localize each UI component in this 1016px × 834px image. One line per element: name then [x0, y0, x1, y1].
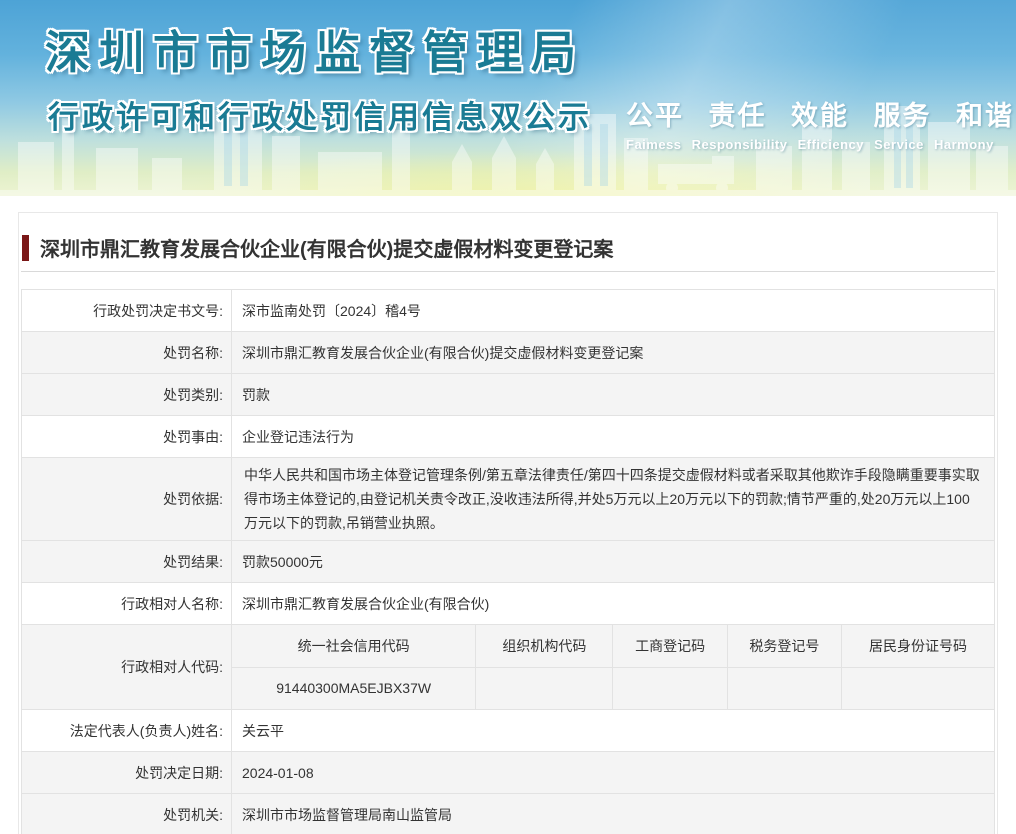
- row-penalty-result: 处罚结果: 罚款50000元: [21, 540, 995, 583]
- row-penalty-reason: 处罚事由: 企业登记违法行为: [21, 415, 995, 458]
- code-column-header: 工商登记码: [612, 625, 728, 668]
- case-title: 深圳市鼎汇教育发展合伙企业(有限合伙)提交虚假材料变更登记案: [40, 239, 614, 261]
- field-label: 处罚机关:: [21, 793, 232, 834]
- org-title: 深圳市市场监督管理局: [45, 27, 586, 78]
- code-column-header: 组织机构代码: [475, 625, 614, 668]
- row-penalty-category: 处罚类别: 罚款: [21, 373, 995, 416]
- case-title-row: 深圳市鼎汇教育发展合伙企业(有限合伙)提交虚假材料变更登记案: [21, 213, 995, 262]
- field-value: 关云平: [231, 709, 995, 752]
- field-label: 处罚事由:: [21, 415, 232, 458]
- row-penalty-authority: 处罚机关: 深圳市市场监督管理局南山监管局: [21, 793, 995, 834]
- row-party-name: 行政相对人名称: 深圳市鼎汇教育发展合伙企业(有限合伙): [21, 582, 995, 625]
- code-value: 91440300MA5EJBX37W: [232, 666, 477, 709]
- field-label: 处罚决定日期:: [21, 751, 232, 794]
- code-value: [841, 666, 994, 709]
- title-divider: [21, 271, 995, 272]
- field-label: 行政处罚决定书文号:: [21, 289, 232, 332]
- row-decision-date: 处罚决定日期: 2024-01-08: [21, 751, 995, 794]
- field-label: 处罚名称:: [21, 331, 232, 374]
- code-value: [475, 666, 614, 709]
- code-value: [612, 666, 728, 709]
- code-column-header: 税务登记号: [726, 625, 843, 668]
- values-en: Faimess Responsibility Efficiency Servic…: [626, 137, 994, 152]
- values-block: 公平 责任 效能 服务 和谐 Faimess Responsibility Ef…: [626, 94, 1014, 152]
- party-codes-table: 统一社会信用代码 组织机构代码 工商登记码 税务登记号 居民身份证号码 9144…: [232, 625, 994, 709]
- code-column-header: 统一社会信用代码: [232, 625, 477, 668]
- field-value: 企业登记违法行为: [231, 415, 995, 458]
- row-penalty-basis: 处罚依据: 中华人民共和国市场主体登记管理条例/第五章法律责任/第四十四条提交虚…: [21, 457, 995, 541]
- field-value: 深圳市市场监督管理局南山监管局: [231, 793, 995, 834]
- row-penalty-name: 处罚名称: 深圳市鼎汇教育发展合伙企业(有限合伙)提交虚假材料变更登记案: [21, 331, 995, 374]
- code-column-header: 居民身份证号码: [841, 625, 994, 668]
- field-label: 行政相对人名称:: [21, 582, 232, 625]
- codes-header-row: 统一社会信用代码 组织机构代码 工商登记码 税务登记号 居民身份证号码: [232, 625, 994, 668]
- row-decision-number: 行政处罚决定书文号: 深市监南处罚〔2024〕稽4号: [21, 289, 995, 332]
- field-label: 法定代表人(负责人)姓名:: [21, 709, 232, 752]
- penalty-info-table: 行政处罚决定书文号: 深市监南处罚〔2024〕稽4号 处罚名称: 深圳市鼎汇教育…: [21, 289, 995, 834]
- codes-value-row: 91440300MA5EJBX37W: [232, 666, 994, 709]
- site-banner: 深圳市市场监督管理局 行政许可和行政处罚信用信息双公示 公平 责任 效能 服务 …: [0, 0, 1016, 196]
- field-value: 深圳市鼎汇教育发展合伙企业(有限合伙): [231, 582, 995, 625]
- row-legal-representative: 法定代表人(负责人)姓名: 关云平: [21, 709, 995, 752]
- field-label: 处罚依据:: [21, 457, 232, 541]
- title-accent-bar: [22, 234, 29, 261]
- field-value: 深圳市鼎汇教育发展合伙企业(有限合伙)提交虚假材料变更登记案: [231, 331, 995, 374]
- field-label: 处罚类别:: [21, 373, 232, 416]
- field-value: 中华人民共和国市场主体登记管理条例/第五章法律责任/第四十四条提交虚假材料或者采…: [231, 457, 995, 541]
- row-party-codes: 行政相对人代码: 统一社会信用代码 组织机构代码 工商登记码 税务登记号 居民身…: [21, 624, 995, 710]
- field-value: 罚款50000元: [231, 540, 995, 583]
- content-box: 深圳市鼎汇教育发展合伙企业(有限合伙)提交虚假材料变更登记案 行政处罚决定书文号…: [18, 212, 998, 834]
- field-value: 深市监南处罚〔2024〕稽4号: [231, 289, 995, 332]
- party-codes-cell: 统一社会信用代码 组织机构代码 工商登记码 税务登记号 居民身份证号码 9144…: [231, 624, 995, 710]
- code-value: [726, 666, 843, 709]
- field-label: 处罚结果:: [21, 540, 232, 583]
- field-value: 2024-01-08: [231, 751, 995, 794]
- field-label: 行政相对人代码:: [21, 624, 232, 710]
- field-value: 罚款: [231, 373, 995, 416]
- values-cn: 公平 责任 效能 服务 和谐: [626, 101, 1015, 131]
- banner-slogan: 行政许可和行政处罚信用信息双公示: [48, 100, 592, 135]
